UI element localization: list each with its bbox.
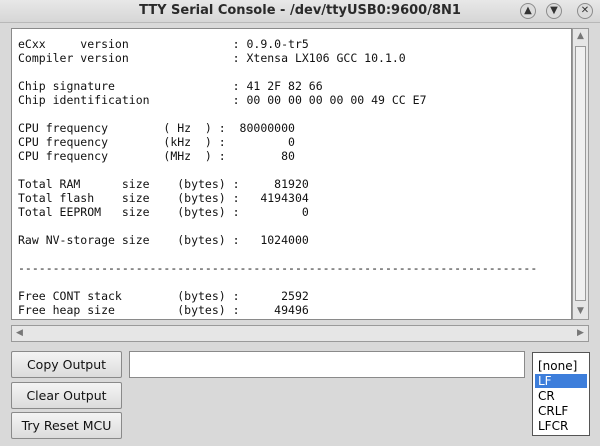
scroll-right-icon[interactable]: ▶ [573,326,588,341]
maximize-button[interactable]: ▼ [546,3,562,19]
line-ending-option[interactable]: CR [535,389,587,403]
horizontal-scrollbar[interactable]: ◀ ▶ [11,325,589,342]
send-input[interactable] [129,351,525,378]
console-output[interactable]: eCxx version : 0.9.0-tr5 Compiler versio… [11,28,572,320]
chevron-down-icon: ▼ [550,5,558,16]
line-ending-option[interactable]: [none] [535,359,587,373]
close-icon: ✕ [580,5,590,16]
scrollbar-thumb[interactable] [575,46,586,301]
console-text: eCxx version : 0.9.0-tr5 Compiler versio… [18,37,538,317]
close-button[interactable]: ✕ [577,3,593,19]
minimize-button[interactable]: ▲ [520,3,536,19]
window-title: TTY Serial Console - /dev/ttyUSB0:9600/8… [139,3,461,18]
chevron-up-icon: ▲ [524,5,532,16]
scroll-down-icon[interactable]: ▼ [573,304,588,319]
clear-output-button[interactable]: Clear Output [11,382,122,409]
line-ending-option[interactable]: LF [535,374,587,388]
line-ending-option[interactable]: CRLF [535,404,587,418]
line-ending-list[interactable]: [none] LF CR CRLF LFCR [532,352,590,436]
line-ending-option[interactable]: LFCR [535,419,587,433]
scroll-left-icon[interactable]: ◀ [12,326,27,341]
reset-mcu-button[interactable]: Try Reset MCU [11,412,122,439]
scroll-up-icon[interactable]: ▲ [573,29,588,44]
title-bar: TTY Serial Console - /dev/ttyUSB0:9600/8… [0,0,600,23]
vertical-scrollbar[interactable]: ▲ ▼ [572,28,589,320]
copy-output-button[interactable]: Copy Output [11,351,122,378]
